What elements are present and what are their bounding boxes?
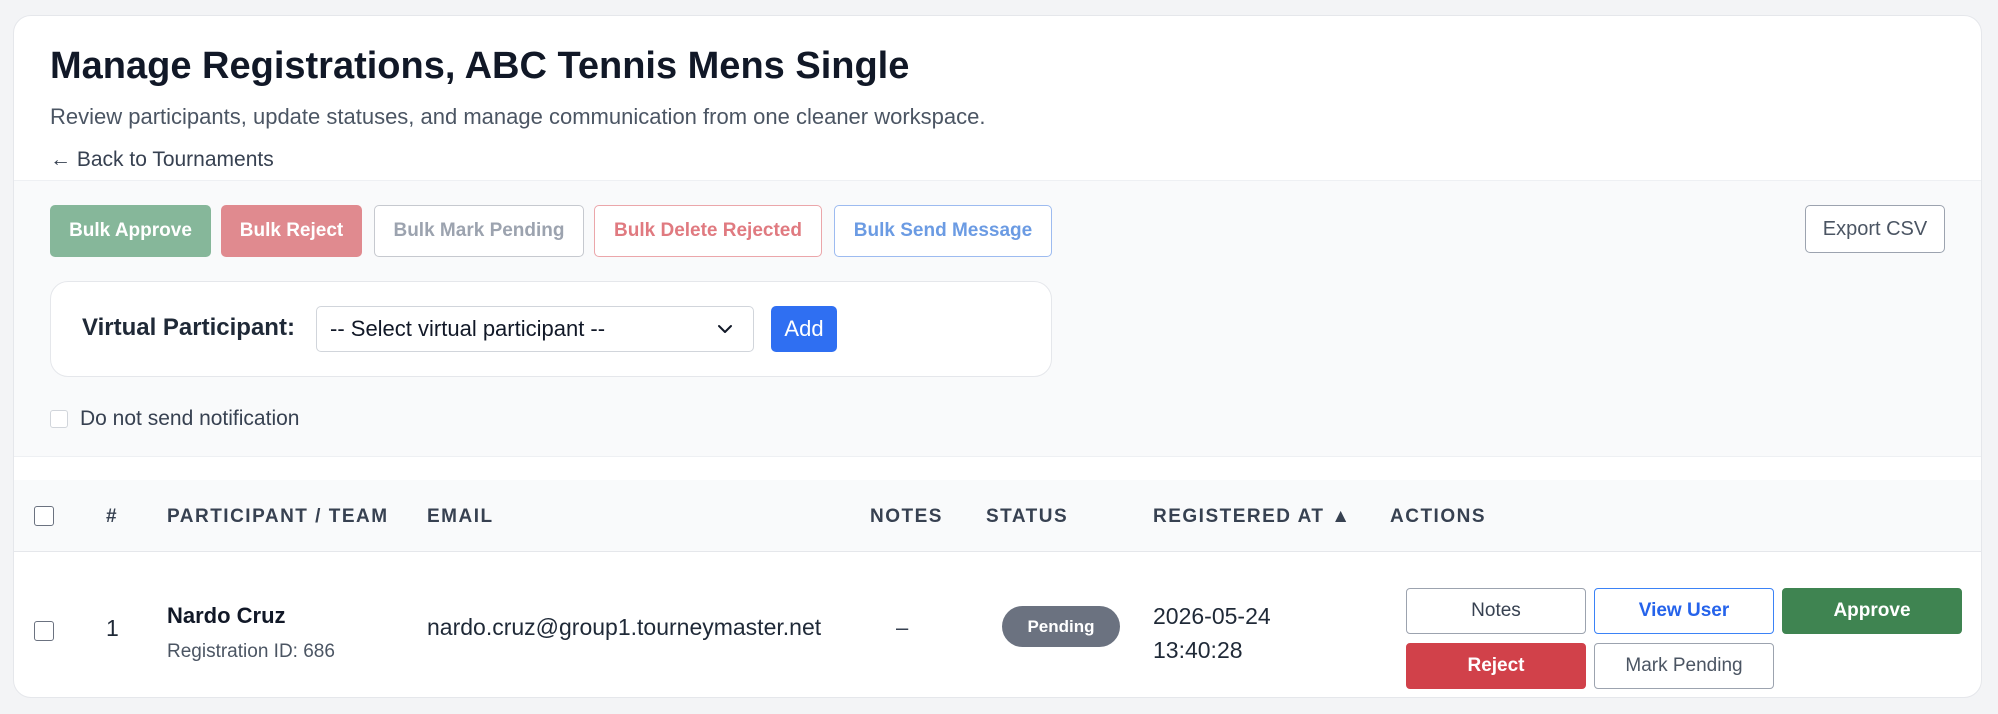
participant-email: nardo.cruz@group1.tourneymaster.net — [427, 614, 822, 640]
virtual-participant-select[interactable]: -- Select virtual participant -- — [316, 306, 754, 352]
export-csv-button[interactable]: Export CSV — [1805, 205, 1945, 253]
table-row: 1 Nardo Cruz Registration ID: 686 nardo.… — [14, 553, 1981, 697]
col-number: # — [106, 506, 119, 527]
row-checkbox[interactable] — [34, 621, 54, 641]
bulk-toolbar: Bulk Approve Bulk Reject Bulk Mark Pendi… — [14, 180, 1981, 457]
do-not-notify-checkbox[interactable] — [50, 410, 68, 428]
col-email: EMAIL — [427, 506, 494, 527]
virtual-participant-label: Virtual Participant: — [82, 314, 295, 341]
page-header: Manage Registrations, ABC Tennis Mens Si… — [50, 44, 1945, 130]
col-notes: NOTES — [870, 506, 943, 527]
select-all-checkbox[interactable] — [34, 506, 54, 526]
page-subtitle: Review participants, update statuses, an… — [50, 103, 986, 129]
col-participant: PARTICIPANT / TEAM — [167, 506, 389, 527]
col-status: STATUS — [986, 506, 1069, 527]
reject-button[interactable]: Reject — [1406, 643, 1586, 689]
registered-time: 13:40:28 — [1153, 637, 1243, 663]
virtual-participant-select-value: -- Select virtual participant -- — [330, 316, 606, 341]
notification-toggle: Do not send notification — [50, 407, 299, 431]
row-number: 1 — [106, 615, 119, 641]
virtual-participant-panel: Virtual Participant: -- Select virtual p… — [50, 281, 1052, 377]
mark-pending-button[interactable]: Mark Pending — [1594, 643, 1774, 689]
participant-notes: – — [896, 615, 909, 640]
bulk-mark-pending-button[interactable]: Bulk Mark Pending — [374, 205, 584, 257]
col-registered-at[interactable]: REGISTERED AT ▲ — [1153, 506, 1352, 528]
registered-date: 2026-05-24 — [1153, 603, 1271, 629]
back-to-tournaments-link[interactable]: ← Back to Tournaments — [50, 148, 274, 172]
registrations-card: Manage Registrations, ABC Tennis Mens Si… — [13, 15, 1982, 698]
page-title: Manage Registrations, ABC Tennis Mens Si… — [50, 45, 910, 87]
view-user-button[interactable]: View User — [1594, 588, 1774, 634]
bulk-send-message-button[interactable]: Bulk Send Message — [834, 205, 1052, 257]
do-not-notify-label: Do not send notification — [80, 407, 300, 430]
bulk-reject-button[interactable]: Bulk Reject — [221, 205, 362, 257]
notes-button[interactable]: Notes — [1406, 588, 1586, 634]
participant-name: Nardo Cruz — [167, 603, 286, 628]
table-header: # PARTICIPANT / TEAM EMAIL NOTES STATUS … — [14, 480, 1981, 552]
col-actions: ACTIONS — [1390, 506, 1486, 527]
approve-button[interactable]: Approve — [1782, 588, 1962, 634]
bulk-delete-rejected-button[interactable]: Bulk Delete Rejected — [594, 205, 822, 257]
add-virtual-participant-button[interactable]: Add — [771, 306, 837, 352]
chevron-down-icon — [715, 319, 735, 345]
registration-id: Registration ID: 686 — [167, 641, 335, 662]
status-badge: Pending — [1002, 606, 1120, 647]
bulk-approve-button[interactable]: Bulk Approve — [50, 205, 211, 257]
